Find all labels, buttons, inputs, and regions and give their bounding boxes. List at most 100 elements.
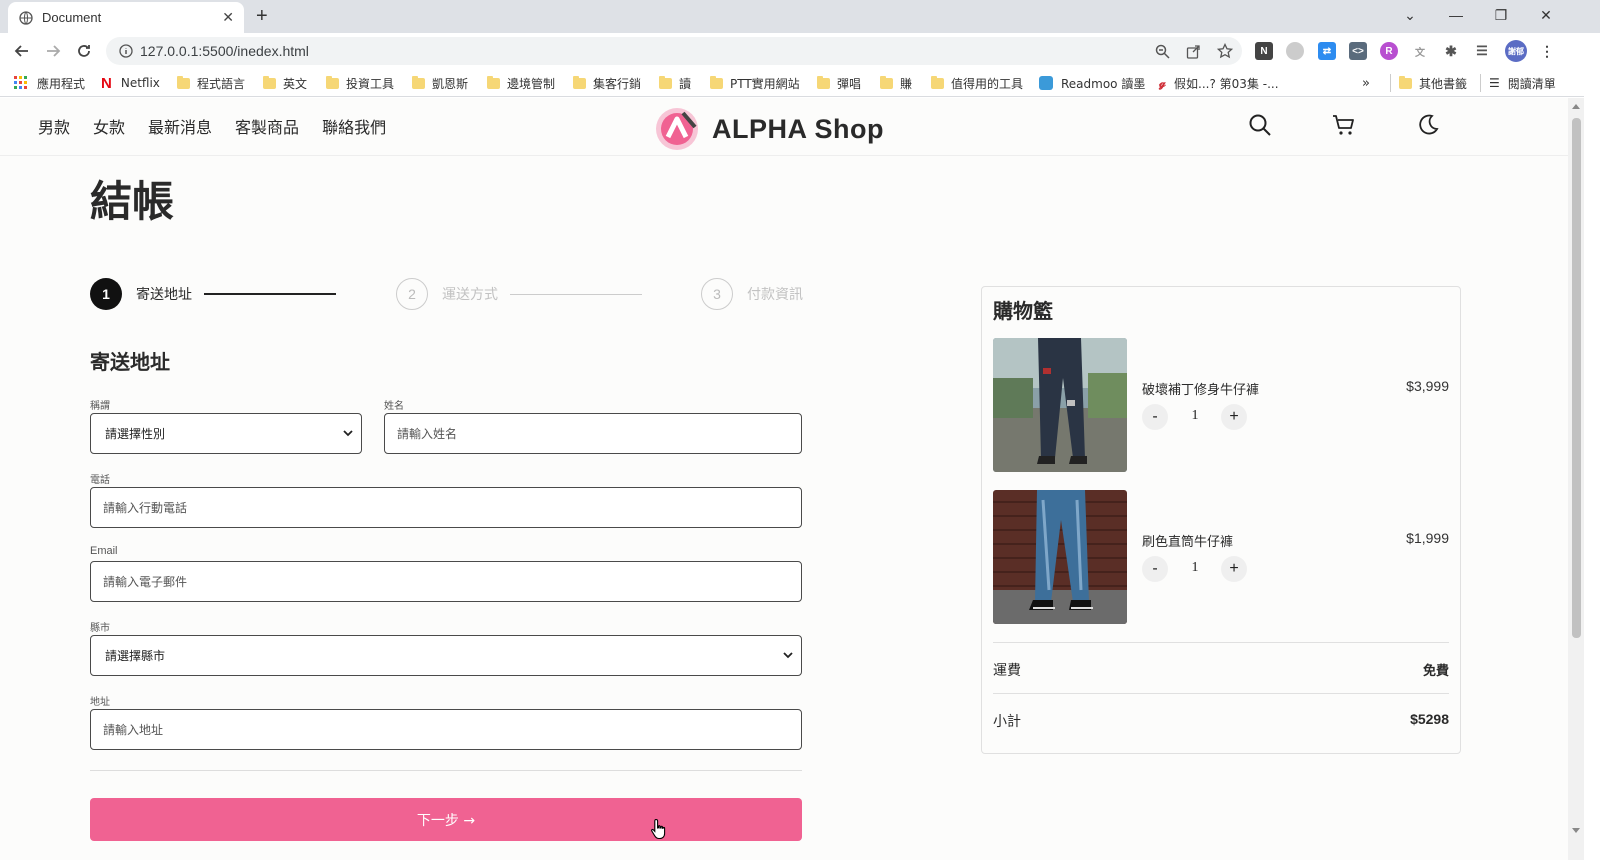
site-logo[interactable]: ALPHA Shop xyxy=(655,107,884,151)
cart-item-name: 破壞補丁修身牛仔褲 xyxy=(1142,383,1260,398)
hand-pointer-cursor-icon xyxy=(651,818,666,840)
netflix-logo-icon: N xyxy=(101,74,112,92)
bookmark-folder[interactable]: 彈唱 xyxy=(817,74,861,92)
menu-kebab-icon[interactable]: ⋮ xyxy=(1538,42,1556,60)
apps-grid-icon xyxy=(14,76,27,89)
bookmark-label: 英文 xyxy=(283,76,308,91)
address-input[interactable]: 請輸入地址 xyxy=(90,709,802,750)
restore-icon[interactable]: ❐ xyxy=(1481,0,1521,30)
close-window-icon[interactable]: ✕ xyxy=(1526,0,1566,30)
step-payment-info: 3 付款資訊 xyxy=(701,278,803,310)
bookmark-other[interactable]: 其他書籤 xyxy=(1390,74,1467,92)
site-info-icon[interactable] xyxy=(118,43,134,59)
qty-increase-button[interactable]: + xyxy=(1221,404,1247,430)
city-select[interactable]: 請選擇縣市 xyxy=(90,635,802,676)
scrollbar-thumb[interactable] xyxy=(1572,118,1581,638)
name-placeholder: 請輸入姓名 xyxy=(397,427,458,441)
scroll-up-icon[interactable] xyxy=(1572,104,1580,109)
page-title: 結帳 xyxy=(90,177,175,226)
reload-icon[interactable] xyxy=(72,39,96,63)
bookmark-readmoo[interactable]: Readmoo 讀墨 xyxy=(1039,74,1145,92)
bookmark-label: 閱讀清單 xyxy=(1507,76,1556,91)
bookmark-apps[interactable]: 應用程式 xyxy=(14,74,85,92)
city-value: 請選擇縣市 xyxy=(105,649,166,663)
address-bar[interactable]: 127.0.0.1:5500/inedex.html xyxy=(106,37,1242,65)
chevron-down-icon xyxy=(783,652,793,659)
nav-link-news[interactable]: 最新消息 xyxy=(148,114,212,138)
cart-icon[interactable] xyxy=(1331,112,1357,138)
qty-decrease-button[interactable]: - xyxy=(1142,404,1168,430)
bookmarks-overflow[interactable]: » xyxy=(1362,74,1370,92)
zoom-icon[interactable] xyxy=(1153,42,1171,60)
nav-link-custom[interactable]: 客製商品 xyxy=(235,114,299,138)
dark-mode-moon-icon[interactable] xyxy=(1415,112,1441,138)
extension-translate-icon[interactable]: ⇄ xyxy=(1318,42,1336,60)
next-step-button[interactable]: 下一步 → xyxy=(90,798,802,841)
extension-n-icon[interactable]: N xyxy=(1255,42,1273,60)
site-header: 男款 女款 最新消息 客製商品 聯絡我們 ALPHA Shop xyxy=(0,98,1568,156)
browser-tab-strip: Document ✕ + ⌄ — ❐ ✕ xyxy=(0,0,1600,33)
nav-link-men[interactable]: 男款 xyxy=(38,114,70,138)
email-input[interactable]: 請輸入電子郵件 xyxy=(90,561,802,602)
bookmark-folder[interactable]: 投資工具 xyxy=(326,74,394,92)
step-label: 寄送地址 xyxy=(136,287,192,303)
bookmark-label: 值得用的工具 xyxy=(951,76,1024,91)
extensions-puzzle-icon[interactable]: ✱ xyxy=(1442,42,1460,60)
qty-increase-button[interactable]: + xyxy=(1221,556,1247,582)
salutation-select[interactable]: 請選擇性別 xyxy=(90,413,362,454)
back-icon[interactable] xyxy=(10,39,34,63)
bookmark-label: 邊境管制 xyxy=(507,76,556,91)
bookmark-folder[interactable]: 程式語言 xyxy=(177,74,245,92)
share-icon[interactable] xyxy=(1184,42,1202,60)
bookmark-folder[interactable]: 集客行銷 xyxy=(573,74,641,92)
form-divider xyxy=(90,770,802,771)
bookmark-label: 集客行銷 xyxy=(593,76,642,91)
bookmark-folder[interactable]: 英文 xyxy=(263,74,307,92)
extension-r-icon[interactable]: R xyxy=(1380,42,1398,60)
tab-title: Document xyxy=(42,10,102,25)
reading-list-icon[interactable]: ☰ xyxy=(1473,42,1491,60)
scroll-down-icon[interactable] xyxy=(1572,828,1580,833)
phone-input[interactable]: 請輸入行動電話 xyxy=(90,487,802,528)
step-shipping-method: 2 運送方式 xyxy=(396,278,642,310)
tab-close-icon[interactable]: ✕ xyxy=(222,10,234,26)
bookmark-folder[interactable]: PTT實用網站 xyxy=(710,74,800,92)
folder-icon xyxy=(659,75,672,89)
bookmark-label: 投資工具 xyxy=(346,76,395,91)
bookmark-folder[interactable]: 凱恩斯 xyxy=(412,74,468,92)
nav-link-women[interactable]: 女款 xyxy=(93,114,125,138)
extension-hanzi-icon[interactable]: 文 xyxy=(1411,42,1429,60)
new-tab-icon[interactable]: + xyxy=(256,5,268,28)
qty-decrease-button[interactable]: - xyxy=(1142,556,1168,582)
nav-link-contact[interactable]: 聯絡我們 xyxy=(322,114,386,138)
cart-divider xyxy=(993,642,1449,643)
search-icon[interactable] xyxy=(1247,112,1273,138)
bookmark-video[interactable]: 𝓰 假如...? 第03集 -... xyxy=(1159,74,1279,92)
extension-grey-icon[interactable] xyxy=(1286,42,1304,60)
brand-name: ALPHA Shop xyxy=(712,113,884,144)
bookmark-label: 賺 xyxy=(900,76,913,91)
name-input[interactable]: 請輸入姓名 xyxy=(384,413,802,454)
bookmark-folder[interactable]: 賺 xyxy=(880,74,912,92)
extension-code-icon[interactable]: <> xyxy=(1349,42,1367,60)
reading-list-icon: ☰ xyxy=(1489,76,1500,90)
step-connector xyxy=(510,293,642,295)
browser-tab[interactable]: Document ✕ xyxy=(8,2,244,33)
bookmark-folder[interactable]: 讀 xyxy=(659,74,691,92)
forward-icon[interactable] xyxy=(41,39,65,63)
minimize-icon[interactable]: — xyxy=(1436,0,1476,30)
folder-icon xyxy=(1399,75,1412,89)
profile-avatar[interactable]: 謝郁 xyxy=(1505,40,1527,62)
bookmark-folder[interactable]: 值得用的工具 xyxy=(931,74,1023,92)
phone-label: 電話 xyxy=(90,475,110,486)
phone-placeholder: 請輸入行動電話 xyxy=(103,501,188,515)
step-label: 運送方式 xyxy=(442,287,498,303)
bookmark-folder[interactable]: 邊境管制 xyxy=(487,74,555,92)
bookmark-star-icon[interactable] xyxy=(1216,42,1234,60)
bookmark-netflix[interactable]: N Netflix xyxy=(101,74,160,92)
bookmark-reading-list[interactable]: ☰ 閱讀清單 xyxy=(1480,74,1556,92)
folder-icon xyxy=(177,75,190,89)
page-scrollbar[interactable] xyxy=(1568,98,1584,860)
tab-search-icon[interactable]: ⌄ xyxy=(1390,0,1430,30)
folder-icon xyxy=(710,75,723,89)
